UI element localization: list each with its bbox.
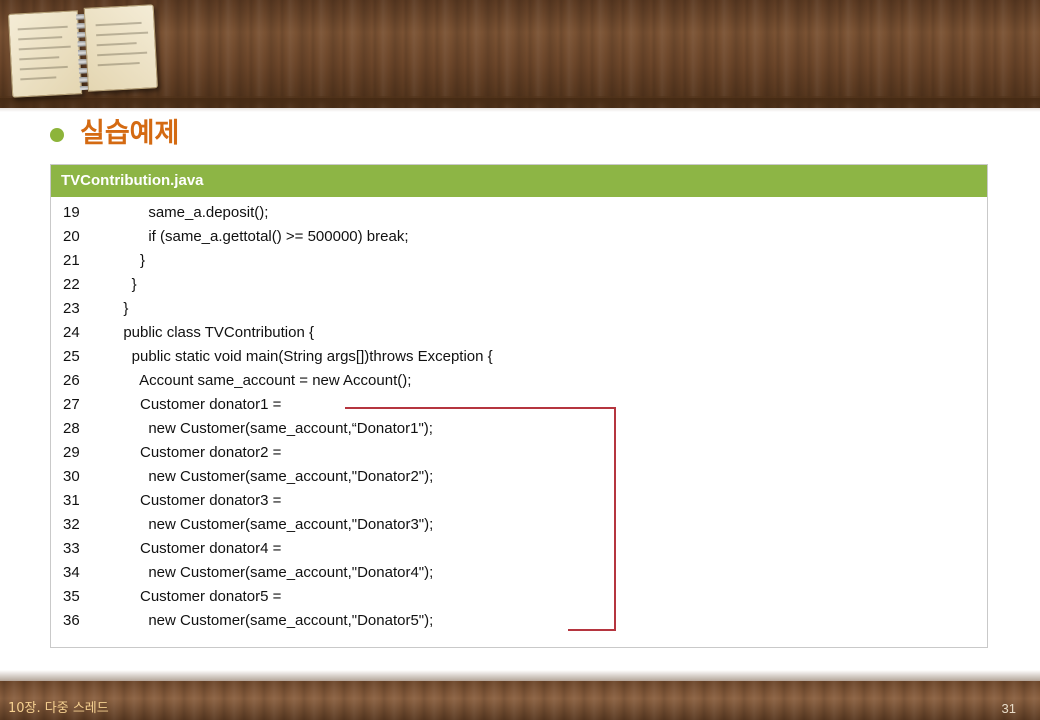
line-code: } [115,300,129,317]
line-number: 27 [63,396,80,413]
notebook-line [18,45,71,51]
code-line: 20 if (same_a.gettotal() >= 500000) brea… [51,225,987,249]
notebook-line [96,31,149,37]
footer-chapter-label: 10장. 다중 스레드 [8,701,109,716]
line-code: Customer donator2 = [115,444,282,461]
line-code: new Customer(same_account,"Donator4"); [115,564,434,581]
line-number: 26 [63,372,80,389]
code-body: 19 same_a.deposit(); 20 if (same_a.getto… [51,197,987,647]
line-code: Customer donator5 = [115,588,282,605]
notebook-left-page [7,10,83,98]
code-line: 24 public class TVContribution { [51,321,987,345]
code-line: 33 Customer donator4 = [51,537,987,561]
line-number: 21 [63,252,80,269]
code-line: 36 new Customer(same_account,"Donator5")… [51,609,987,633]
line-code: public static void main(String args[])th… [115,348,493,365]
line-code: } [115,276,137,293]
code-line: 34 new Customer(same_account,"Donator4")… [51,561,987,585]
line-code: Account same_account = new Account(); [115,372,412,389]
line-code: Customer donator1 = [115,396,282,413]
code-line: 22 } [51,273,987,297]
code-line: 21 } [51,249,987,273]
code-line: 27 Customer donator1 = [51,393,987,417]
line-number: 32 [63,516,80,533]
line-code: new Customer(same_account,"Donator2"); [115,468,434,485]
code-line: 35 Customer donator5 = [51,585,987,609]
code-line: 19 same_a.deposit(); [51,201,987,225]
line-number: 25 [63,348,80,365]
line-code: } [115,252,146,269]
notebook-line [95,21,142,27]
footer-wood-banner [0,681,1040,720]
line-number: 20 [63,228,80,245]
slide-title: 실습예제 [80,118,180,149]
line-code: public class TVContribution { [115,324,314,341]
notebook-right-page [83,4,158,92]
line-code: Customer donator3 = [115,492,282,509]
line-code: new Customer(same_account,"Donator5"); [115,612,434,629]
line-code: same_a.deposit(); [115,204,269,221]
line-number: 30 [63,468,80,485]
line-code: Customer donator4 = [115,540,282,557]
line-number: 28 [63,420,80,437]
code-line: 28 new Customer(same_account,“Donator1")… [51,417,987,441]
line-number: 35 [63,588,80,605]
line-number: 24 [63,324,80,341]
line-code: new Customer(same_account,"Donator3"); [115,516,434,533]
code-filename-header: TVContribution.java [51,165,987,197]
code-line: 26 Account same_account = new Account(); [51,369,987,393]
line-number: 19 [63,204,80,221]
line-number: 34 [63,564,80,581]
notebook-line [20,76,57,81]
line-number: 33 [63,540,80,557]
line-number: 23 [63,300,80,317]
code-line: 31 Customer donator3 = [51,489,987,513]
code-line: 32 new Customer(same_account,"Donator3")… [51,513,987,537]
line-code: new Customer(same_account,“Donator1"); [115,420,433,437]
notebook-line [97,62,140,67]
notebook-line [17,25,68,31]
line-code: if (same_a.gettotal() >= 500000) break; [115,228,409,245]
line-number: 29 [63,444,80,461]
code-line: 25 public static void main(String args[]… [51,345,987,369]
code-line: 23 } [51,297,987,321]
code-line: 29 Customer donator2 = [51,441,987,465]
header-shadow [0,96,1040,112]
notebook-illustration [6,0,161,104]
notebook-line [19,56,60,61]
line-number: 22 [63,276,80,293]
title-bullet-icon [50,128,64,142]
notebook-line [97,51,148,57]
line-number: 31 [63,492,80,509]
page-number: 31 [1001,701,1016,716]
notebook-line [96,42,137,47]
code-line: 30 new Customer(same_account,"Donator2")… [51,465,987,489]
code-listing-box: TVContribution.java 19 same_a.deposit();… [50,164,988,648]
line-number: 36 [63,612,80,629]
notebook-line [18,36,63,41]
notebook-line [19,65,68,71]
